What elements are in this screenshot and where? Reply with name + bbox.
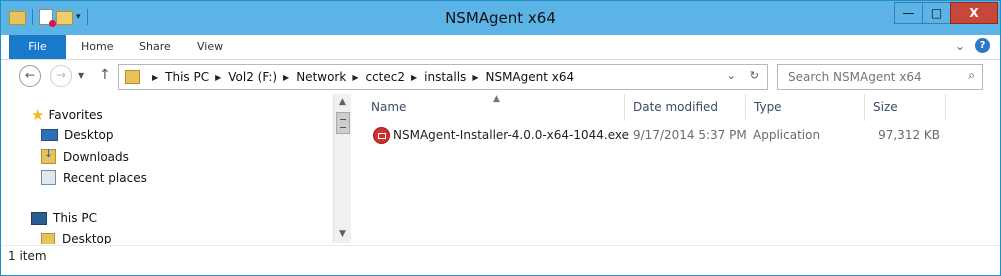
file-size: 97,312 KB xyxy=(878,128,940,142)
sidebar-item-recent-places[interactable]: Recent places xyxy=(41,170,147,185)
scroll-down-icon[interactable]: ▼ xyxy=(334,226,351,243)
sidebar-item-label: Desktop xyxy=(64,128,114,142)
file-type: Application xyxy=(753,128,821,142)
recent-places-icon xyxy=(41,170,56,185)
desktop-folder-icon xyxy=(41,232,55,244)
window-title: NSMAgent x64 xyxy=(445,9,556,27)
sidebar-item-favorites[interactable]: ★ Favorites xyxy=(31,106,103,124)
tab-share[interactable]: Share xyxy=(139,35,171,59)
breadcrumb-separator-icon[interactable]: ▶ xyxy=(352,73,358,82)
breadcrumb-separator-icon[interactable]: ▶ xyxy=(283,73,289,82)
column-header-size[interactable]: Size xyxy=(866,94,946,121)
sidebar-item-desktop[interactable]: Desktop xyxy=(41,128,114,142)
navigation-bar: ← → ▼ ↑ ▶ This PC ▶ Vol2 (F:) ▶ Network … xyxy=(1,60,1000,92)
navigation-pane: ★ Favorites Desktop Downloads Recent pla… xyxy=(1,94,333,244)
breadcrumb-separator-icon[interactable]: ▶ xyxy=(472,73,478,82)
ribbon-tabs: File Home Share View ⌄ ? xyxy=(1,35,1000,60)
expand-ribbon-icon[interactable]: ⌄ xyxy=(955,39,965,53)
breadcrumb-item[interactable]: Network xyxy=(296,70,346,84)
sidebar-item-label: Desktop xyxy=(62,232,112,244)
sidebar-item-pc-desktop[interactable]: Desktop xyxy=(41,232,112,244)
tab-file[interactable]: File xyxy=(9,35,66,59)
sidebar-item-label: Recent places xyxy=(63,170,147,185)
tab-home[interactable]: Home xyxy=(81,35,113,59)
file-name[interactable]: NSMAgent-Installer-4.0.0-x64-1044.exe xyxy=(393,128,629,142)
tab-view[interactable]: View xyxy=(197,35,223,59)
breadcrumb-item[interactable]: Vol2 (F:) xyxy=(228,70,277,84)
file-date-modified: 9/17/2014 5:37 PM xyxy=(633,128,747,142)
grip-icon xyxy=(340,119,346,128)
forward-button[interactable]: → xyxy=(50,65,72,87)
search-box[interactable]: ⌕ xyxy=(777,64,983,90)
back-button[interactable]: ← xyxy=(19,65,41,87)
sidebar-item-this-pc[interactable]: This PC xyxy=(31,211,97,225)
address-bar[interactable]: ▶ This PC ▶ Vol2 (F:) ▶ Network ▶ cctec2… xyxy=(118,64,768,90)
breadcrumb-separator-icon[interactable]: ▶ xyxy=(215,73,221,82)
search-input[interactable] xyxy=(786,68,960,86)
sidebar-item-label: This PC xyxy=(53,211,97,225)
help-icon[interactable]: ? xyxy=(975,38,990,53)
this-pc-icon xyxy=(31,211,47,225)
up-one-level-button[interactable]: ↑ xyxy=(99,67,111,83)
address-history-dropdown-icon[interactable]: ⌄ xyxy=(727,69,736,82)
status-bar: 1 item xyxy=(1,245,1000,266)
downloads-icon xyxy=(41,147,56,164)
breadcrumb-separator-icon[interactable]: ▶ xyxy=(411,73,417,82)
scroll-up-icon[interactable]: ▲ xyxy=(334,94,351,111)
search-icon[interactable]: ⌕ xyxy=(968,68,975,83)
sidebar-item-label: Downloads xyxy=(63,149,129,164)
ribbon-controls: ⌄ ? xyxy=(955,38,990,53)
desktop-icon xyxy=(41,129,58,141)
item-count: 1 item xyxy=(8,249,47,263)
close-button[interactable]: X xyxy=(950,2,998,24)
column-header-name[interactable]: Name xyxy=(353,94,625,121)
address-bar-controls: ⌄ ↻ xyxy=(727,69,759,82)
breadcrumb: ▶ This PC ▶ Vol2 (F:) ▶ Network ▶ cctec2… xyxy=(146,70,574,84)
folder-icon xyxy=(125,70,140,84)
exe-installer-icon xyxy=(373,127,390,144)
explorer-window: ▾ NSMAgent x64 — □ X File Home Share Vie… xyxy=(0,0,1001,276)
title-bar: ▾ NSMAgent x64 — □ X xyxy=(1,1,1000,35)
favorites-star-icon: ★ xyxy=(31,106,45,124)
breadcrumb-item[interactable]: This PC xyxy=(165,70,209,84)
navigation-pane-scrollbar[interactable]: ▲ ▼ xyxy=(333,94,351,243)
file-list: ▲ Name Date modified Type Size NSMAgent-… xyxy=(353,94,993,244)
recent-locations-dropdown-icon[interactable]: ▼ xyxy=(78,71,84,80)
minimize-button[interactable]: — xyxy=(894,2,923,24)
sidebar-item-downloads[interactable]: Downloads xyxy=(41,147,129,164)
refresh-icon[interactable]: ↻ xyxy=(750,69,759,82)
breadcrumb-item[interactable]: installs xyxy=(424,70,466,84)
maximize-button[interactable]: □ xyxy=(922,2,951,24)
sidebar-item-label: Favorites xyxy=(48,108,103,122)
breadcrumb-item[interactable]: NSMAgent x64 xyxy=(485,70,574,84)
column-header-type[interactable]: Type xyxy=(747,94,865,121)
breadcrumb-separator-icon[interactable]: ▶ xyxy=(152,73,158,82)
file-row[interactable]: NSMAgent-Installer-4.0.0-x64-1044.exe 9/… xyxy=(353,125,946,147)
breadcrumb-item[interactable]: cctec2 xyxy=(365,70,405,84)
scrollbar-thumb[interactable] xyxy=(336,112,350,134)
column-header-date-modified[interactable]: Date modified xyxy=(626,94,746,121)
